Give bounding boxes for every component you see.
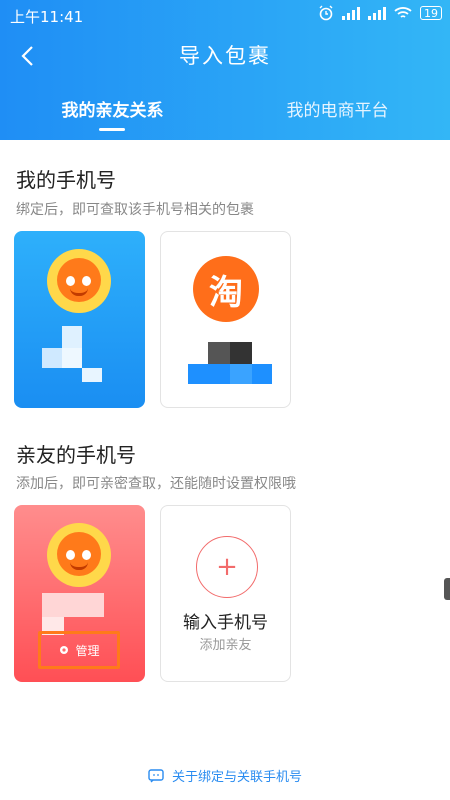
masked-pixel — [62, 326, 82, 348]
status-time: 上午11:41 — [10, 8, 84, 26]
page-title: 导入包裹 — [179, 44, 271, 68]
manage-label: 管理 — [75, 643, 100, 658]
my-phone-title: 我的手机号 — [16, 168, 116, 192]
status-bar: 上午11:41 19 — [0, 0, 450, 30]
tab-ecommerce[interactable]: 我的电商平台 — [225, 96, 450, 121]
header: 上午11:41 19 导入包裹 我的亲友关系 我的电商平台 — [0, 0, 450, 140]
taobao-logo: 淘 — [193, 256, 259, 322]
mascot-avatar — [47, 249, 111, 313]
tab-indicator — [99, 128, 125, 131]
masked-pixel — [42, 593, 104, 617]
manage-button[interactable]: 管理 — [38, 631, 120, 669]
masked-pixel — [42, 348, 62, 368]
wifi-icon — [394, 7, 412, 18]
friend-phone-desc: 添加后，即可亲密查取，还能随时设置权限哦 — [16, 476, 296, 492]
friend-phone-title: 亲友的手机号 — [16, 443, 136, 467]
my-phone-card[interactable] — [14, 231, 145, 408]
taobao-card[interactable]: 淘 — [160, 231, 291, 408]
masked-pixel — [208, 342, 230, 364]
add-icon: + — [196, 536, 258, 598]
add-friend-subtitle: 添加亲友 — [199, 638, 252, 653]
bind-info-label: 关于绑定与关联手机号 — [171, 770, 302, 785]
add-friend-card[interactable]: + 输入手机号 添加亲友 — [160, 505, 291, 682]
chat-icon — [148, 768, 164, 782]
status-icons: 19 — [318, 5, 442, 21]
signal-icon — [342, 6, 360, 20]
battery-icon: 19 — [420, 6, 442, 20]
masked-pixel — [230, 364, 252, 384]
masked-pixel — [230, 342, 252, 364]
tab-bar: 我的亲友关系 我的电商平台 — [0, 96, 450, 140]
edge-handle[interactable] — [444, 578, 450, 600]
signal-icon — [368, 6, 386, 20]
mascot-avatar — [47, 523, 111, 587]
top-bar: 导入包裹 — [0, 36, 450, 76]
masked-pixel — [62, 348, 82, 368]
bind-info-link[interactable]: 关于绑定与关联手机号 — [0, 766, 450, 785]
add-friend-title: 输入手机号 — [183, 613, 268, 633]
my-phone-desc: 绑定后，即可查取该手机号相关的包裹 — [16, 202, 254, 218]
masked-pixel — [82, 368, 102, 382]
tab-friends[interactable]: 我的亲友关系 — [0, 96, 225, 121]
alarm-icon — [319, 5, 333, 21]
friend-phone-card[interactable]: 管理 — [14, 505, 145, 682]
gear-icon — [60, 646, 69, 654]
